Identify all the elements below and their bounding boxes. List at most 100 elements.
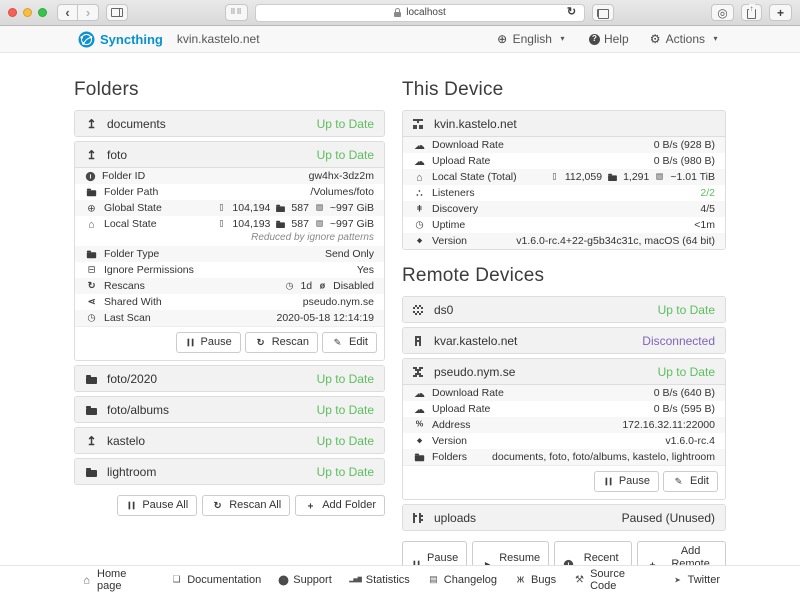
tab-overview-button[interactable] — [592, 4, 614, 21]
folder-header-documents[interactable]: documentsUp to Date — [75, 111, 384, 136]
foto-pause-button[interactable]: Pause — [176, 332, 241, 353]
folder-icon — [86, 249, 97, 259]
detail-value: 0 B/s (595 B) — [654, 403, 715, 415]
detail-value: 2/2 — [700, 187, 715, 199]
detail-value: 112,0591,291~1.01 TiB — [548, 171, 715, 183]
devices-pause-all-button[interactable]: Pause All — [402, 541, 467, 565]
minimize-window-button[interactable] — [23, 8, 32, 17]
device-header-kvar-kastelo-net[interactable]: kvar.kastelo.netDisconnected — [403, 328, 725, 353]
plus-icon — [774, 7, 787, 19]
devices-resume-all-button[interactable]: Resume All — [472, 541, 549, 565]
detail-label-text: Version — [432, 235, 467, 247]
detail-label: Local State — [85, 218, 157, 230]
upload-icon — [85, 149, 98, 161]
close-window-button[interactable] — [8, 8, 17, 17]
book-icon — [171, 575, 183, 586]
folder-icon — [607, 172, 617, 182]
detail-value: Send Only — [325, 248, 374, 260]
help-icon — [589, 34, 600, 45]
share-button[interactable] — [741, 4, 762, 21]
folders-pause-all-button[interactable]: Pause All — [117, 495, 197, 516]
sidebar-toggle-button[interactable] — [106, 4, 128, 21]
detail-value-part: 1d — [300, 280, 312, 292]
detail-label-text: Local State (Total) — [432, 171, 517, 183]
footer-link-source-code[interactable]: Source Code — [573, 568, 654, 592]
pseudo-nym-se-pause-button[interactable]: Pause — [594, 471, 659, 492]
folder-status: Up to Date — [317, 434, 374, 448]
menu-actions[interactable]: Actions — [649, 32, 722, 46]
privacy-report-button[interactable] — [711, 4, 734, 21]
devices-add-remote-device-button[interactable]: Add Remote Device — [637, 541, 726, 565]
folder-name: documents — [107, 117, 166, 131]
address-bar[interactable]: localhost — [255, 4, 585, 22]
device-name: kvin.kastelo.net — [434, 117, 517, 131]
folder-header-foto-albums[interactable]: foto/albumsUp to Date — [75, 397, 384, 422]
detail-label: Download Rate — [413, 139, 504, 151]
menu-help[interactable]: Help — [589, 32, 629, 46]
sitemap-icon — [414, 188, 425, 198]
folders-rescan-all-button[interactable]: Rescan All — [202, 495, 290, 516]
detail-value-text: 2/2 — [700, 187, 715, 199]
footer-link-twitter[interactable]: Twitter — [671, 574, 720, 586]
detail-value-part: 104,193 — [232, 218, 270, 230]
this-device-panel: kvin.kastelo.netDownload Rate0 B/s (928 … — [402, 110, 726, 250]
footer-link-label: Twitter — [688, 574, 720, 586]
devices-recent-changes-button[interactable]: Recent Changes — [554, 541, 632, 565]
detail-row-folder-type: Folder TypeSend Only — [75, 246, 384, 262]
folders-add-folder-button[interactable]: Add Folder — [295, 495, 385, 516]
zoom-window-button[interactable] — [38, 8, 47, 17]
detail-value: documents, foto, foto/albums, kastelo, l… — [492, 451, 715, 463]
eye-off-icon — [317, 281, 327, 291]
device-status: Paused (Unused) — [622, 511, 715, 525]
detail-label: Shared With — [85, 296, 162, 308]
footer-link-statistics[interactable]: Statistics — [349, 574, 410, 586]
refresh-icon[interactable] — [565, 7, 578, 19]
detail-value: 1dDisabled — [283, 280, 374, 292]
foto-edit-button[interactable]: Edit — [322, 332, 377, 353]
folder-card-foto: fotoUp to DateFolder IDgw4hx-3dz2m Folder… — [74, 141, 385, 361]
device-header-uploads[interactable]: uploadsPaused (Unused) — [403, 505, 725, 530]
detail-label-text: Folders — [432, 451, 467, 463]
detail-label: Folders — [413, 451, 467, 463]
detail-row-local-state: Local State104,193587~997 GiB — [75, 216, 384, 232]
footer-link-home-page[interactable]: Home page — [80, 568, 153, 592]
detail-row-folder-id: Folder IDgw4hx-3dz2m — [75, 168, 384, 184]
device-header-kvin-kastelo-net[interactable]: kvin.kastelo.net — [403, 111, 725, 136]
main-content: Folders documentsUp to DatefotoUp to Dat… — [0, 53, 800, 565]
device-header-ds0[interactable]: ds0Up to Date — [403, 297, 725, 322]
wrench-icon — [574, 575, 586, 586]
footer-link-changelog[interactable]: Changelog — [427, 574, 497, 586]
foto-rescan-button[interactable]: Rescan — [245, 332, 318, 353]
footer-link-documentation[interactable]: Documentation — [170, 574, 261, 586]
back-button[interactable]: ‹ — [57, 4, 78, 21]
folder-header-foto[interactable]: fotoUp to Date — [75, 142, 384, 167]
detail-label-text: Address — [432, 419, 471, 431]
menu-english[interactable]: English — [496, 32, 569, 46]
folder-status: Up to Date — [317, 372, 374, 386]
tabs-icon — [597, 9, 606, 17]
folder-header-lightroom[interactable]: lightroomUp to Date — [75, 459, 384, 484]
detail-value: /Volumes/foto — [310, 186, 374, 198]
device-card-kvin-kastelo-net: kvin.kastelo.netDownload Rate0 B/s (928 … — [402, 110, 726, 250]
device-name-title: kvin.kastelo.net — [177, 32, 260, 46]
detail-value-text: pseudo.nym.se — [303, 296, 374, 308]
new-tab-button[interactable] — [769, 4, 792, 21]
detail-label: Address — [413, 419, 471, 431]
detail-value: gw4hx-3dz2m — [309, 170, 374, 182]
detail-value-part: ~997 GiB — [330, 218, 374, 230]
folder-header-kastelo[interactable]: kasteloUp to Date — [75, 428, 384, 453]
device-header-pseudo-nym-se[interactable]: pseudo.nym.seUp to Date — [403, 359, 725, 384]
detail-value-text: 172.16.32.11:22000 — [622, 419, 715, 431]
button-label: Recent Changes — [579, 552, 623, 566]
detail-row-uptime: Uptime<1m — [403, 217, 725, 233]
forward-button[interactable]: › — [78, 4, 99, 21]
folder-header-foto-2020[interactable]: foto/2020Up to Date — [75, 366, 384, 391]
edit-icon — [673, 476, 684, 486]
detail-row-version: Versionv1.6.0-rc.4+22-g5b34c31c, macOS (… — [403, 233, 725, 249]
footer-link-bugs[interactable]: Bugs — [514, 574, 556, 586]
detail-label-text: Download Rate — [432, 387, 504, 399]
pseudo-nym-se-edit-button[interactable]: Edit — [663, 471, 718, 492]
footer-link-support[interactable]: Support — [278, 574, 332, 586]
tab-grid-button[interactable] — [225, 4, 248, 21]
remote-devices-title: Remote Devices — [402, 265, 726, 287]
